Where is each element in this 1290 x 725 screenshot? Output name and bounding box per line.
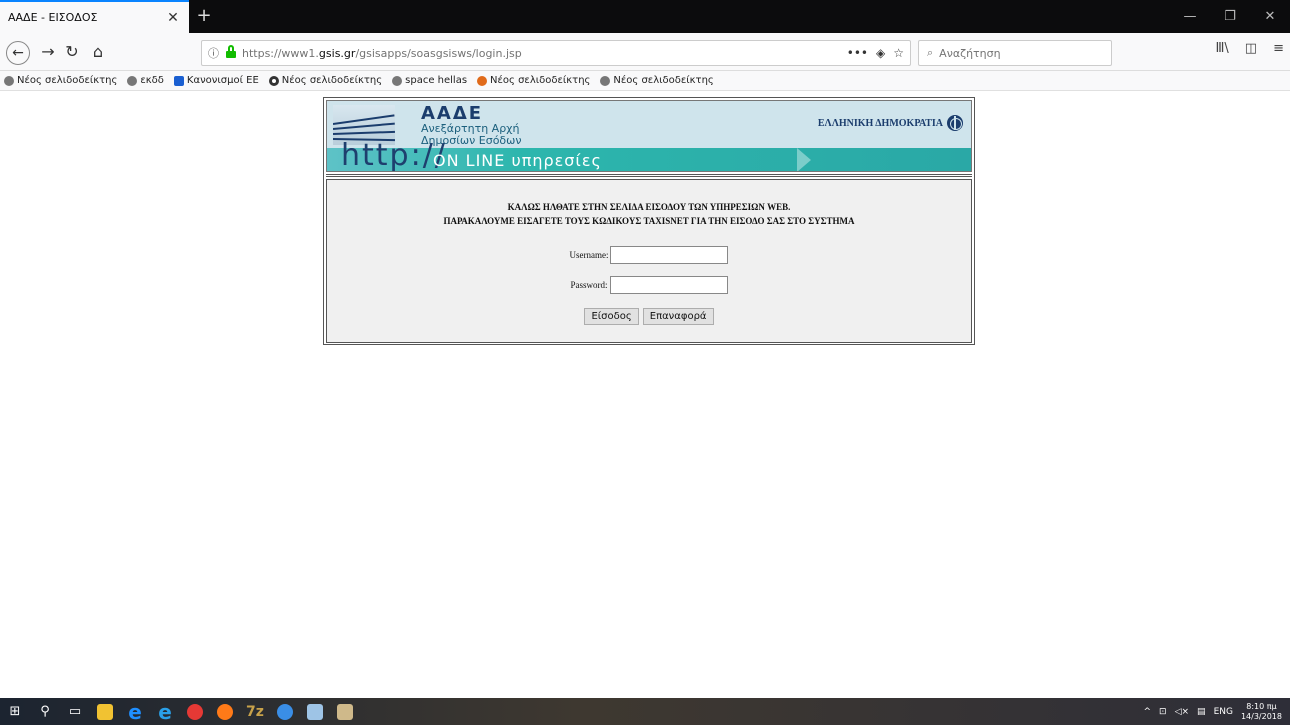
7zip-icon[interactable]: 7z xyxy=(240,698,270,725)
globe-icon xyxy=(127,75,138,86)
windows-start-icon[interactable]: ⊞ xyxy=(0,698,30,725)
login-container: ΑΑΔΕ Ανεξάρτητη Αρχή Δημοσίων Εσόδων ΕΛΛ… xyxy=(323,97,975,345)
task-view-icon[interactable]: ▭ xyxy=(60,698,90,725)
url-path: /gsisapps/soasgsisws/login.jsp xyxy=(355,46,522,60)
notepad-icon[interactable] xyxy=(300,698,330,725)
username-row: Username: xyxy=(327,246,971,264)
welcome-line-2: ΠΑΡΑΚΑΛΟΥΜΕ ΕΙΣΑΓΕΤΕ ΤΟΥΣ ΚΩΔΙΚΟΥΣ TAXIS… xyxy=(443,216,855,226)
url-domain: gsis.gr xyxy=(318,46,356,60)
file-explorer-icon[interactable] xyxy=(90,698,120,725)
bookmark-label: εκδδ xyxy=(140,75,164,86)
lock-icon[interactable] xyxy=(225,45,237,58)
chevron-up-icon[interactable]: ^ xyxy=(1143,707,1151,717)
button-row: Είσοδος Επαναφορά xyxy=(327,308,971,325)
reload-icon[interactable]: ↻ xyxy=(60,41,84,65)
info-icon[interactable]: ⓘ xyxy=(208,45,222,61)
bookmark-item[interactable]: Νέος σελιδοδείκτης xyxy=(4,75,117,86)
bookmark-label: Νέος σελιδοδείκτης xyxy=(490,75,591,86)
url-text[interactable]: https://www1.gsis.gr/gsisapps/soasgsisws… xyxy=(242,47,847,60)
clock-date: 14/3/2018 xyxy=(1240,711,1282,721)
search-box[interactable]: ⌕ xyxy=(918,40,1112,66)
bookmark-label: Νέος σελιδοδείκτης xyxy=(17,75,118,86)
menu-icon[interactable]: ≡ xyxy=(1273,41,1284,56)
pocket-icon[interactable]: ◈ xyxy=(876,46,885,60)
bookmark-item[interactable]: Νέος σελιδοδείκτης xyxy=(268,75,383,86)
search-input[interactable] xyxy=(939,46,1090,60)
close-tab-icon[interactable]: ✕ xyxy=(165,10,181,26)
bookmark-label: Νέος σελιδοδείκτης xyxy=(281,75,383,86)
bookmark-item[interactable]: Νέος σελιδοδείκτης xyxy=(600,75,714,86)
clock-time: 8:10 πμ xyxy=(1246,701,1277,711)
bookmark-label: Νέος σελιδοδείκτης xyxy=(613,75,714,86)
volume-icon[interactable]: ◁× xyxy=(1175,707,1189,717)
aade-banner: ΑΑΔΕ Ανεξάρτητη Αρχή Δημοσίων Εσόδων ΕΛΛ… xyxy=(326,100,972,172)
url-prefix: https://www1. xyxy=(242,46,319,60)
system-tray: ^ ⊡ ◁× ▤ ENG 8:10 πμ 14/3/2018 xyxy=(1143,698,1282,725)
page-actions-icon[interactable]: ••• xyxy=(847,46,868,60)
http-text: http:// xyxy=(341,138,447,172)
home-icon[interactable]: ⌂ xyxy=(86,41,110,65)
globe-icon xyxy=(947,115,963,131)
login-form: ΚΑΛΩΣ ΗΛΘΑΤΕ ΣΤΗΝ ΣΕΛΙΔΑ ΕΙΣΟΔΟΥ ΤΩΝ ΥΠΗ… xyxy=(326,179,972,343)
password-label: Password: xyxy=(570,280,608,290)
welcome-line-1: ΚΑΛΩΣ ΗΛΘΑΤΕ ΣΤΗΝ ΣΕΛΙΔΑ ΕΙΣΟΔΟΥ ΤΩΝ ΥΠΗ… xyxy=(507,202,791,212)
chrome-icon[interactable] xyxy=(180,698,210,725)
welcome-message: ΚΑΛΩΣ ΗΛΘΑΤΕ ΣΤΗΝ ΣΕΛΙΔΑ ΕΙΣΟΔΟΥ ΤΩΝ ΥΠΗ… xyxy=(327,200,971,228)
tab-strip: ΑΑΔΕ - ΕΙΣΟΔΟΣ ✕ + — ❐ ✕ xyxy=(0,0,1290,33)
library-icon[interactable]: Ⅲ\ xyxy=(1215,41,1228,56)
language-indicator[interactable]: ENG xyxy=(1214,707,1233,717)
close-window-icon[interactable]: ✕ xyxy=(1250,0,1290,33)
reset-button[interactable]: Επαναφορά xyxy=(642,308,714,325)
forward-arrow-icon[interactable]: → xyxy=(36,41,60,65)
tab-active[interactable]: ΑΑΔΕ - ΕΙΣΟΔΟΣ ✕ xyxy=(0,0,189,33)
new-tab-button[interactable]: + xyxy=(194,6,214,26)
bookmark-item[interactable]: Κανονισμοί ΕΕ xyxy=(173,75,259,86)
bookmark-star-icon[interactable]: ☆ xyxy=(893,46,904,60)
bookmark-item[interactable]: Νέος σελιδοδείκτης xyxy=(477,75,590,86)
clock[interactable]: 8:10 πμ 14/3/2018 xyxy=(1241,702,1282,722)
password-row: Password: xyxy=(327,276,971,294)
online-services-text: ON LINE υπηρεσίες xyxy=(433,151,602,170)
network-icon[interactable] xyxy=(270,698,300,725)
globe-icon xyxy=(600,75,611,86)
internet-explorer-icon[interactable]: e xyxy=(150,698,180,725)
leaf-icon xyxy=(477,75,488,86)
search-icon: ⌕ xyxy=(927,46,934,59)
org-name: ΑΑΔΕ xyxy=(421,103,484,124)
page-content: ΑΑΔΕ Ανεξάρτητη Αρχή Δημοσίων Εσόδων ΕΛΛ… xyxy=(0,92,1290,698)
firefox-icon[interactable] xyxy=(210,698,240,725)
edge-icon[interactable]: e xyxy=(120,698,150,725)
bookmark-item[interactable]: space hellas xyxy=(392,75,467,86)
maximize-icon[interactable]: ❐ xyxy=(1210,0,1250,33)
search-icon[interactable]: ⚲ xyxy=(30,698,60,725)
windows-taskbar: ⊞ ⚲ ▭ e e 7z ^ ⊡ ◁× ▤ ENG 8:10 πμ 14/3/2… xyxy=(0,698,1290,725)
nav-bar: ← → ↻ ⌂ ⓘ https://www1.gsis.gr/gsisapps/… xyxy=(0,33,1290,71)
globe-icon xyxy=(392,75,403,86)
bookmark-item[interactable]: εκδδ xyxy=(127,75,164,86)
network-tray-icon[interactable]: ⊡ xyxy=(1159,707,1167,717)
circle-icon xyxy=(268,75,279,86)
notification-icon[interactable]: ▤ xyxy=(1197,707,1206,717)
username-label: Username: xyxy=(569,250,609,260)
bookmarks-bar: Νέος σελιδοδείκτης εκδδ Κανονισμοί ΕΕ Νέ… xyxy=(0,71,1290,91)
globe-icon xyxy=(4,75,14,86)
url-bar[interactable]: ⓘ https://www1.gsis.gr/gsisapps/soasgsis… xyxy=(201,40,911,66)
monitor-icon xyxy=(173,75,184,86)
app-icon[interactable] xyxy=(330,698,360,725)
password-field[interactable] xyxy=(609,276,728,294)
sidebar-icon[interactable]: ◫ xyxy=(1245,41,1257,56)
back-arrow-icon[interactable]: ← xyxy=(6,41,30,65)
bookmark-label: Κανονισμοί ΕΕ xyxy=(186,75,259,86)
login-button[interactable]: Είσοδος xyxy=(584,308,639,325)
username-field[interactable] xyxy=(610,246,729,264)
tab-title: ΑΑΔΕ - ΕΙΣΟΔΟΣ xyxy=(8,11,98,24)
minimize-icon[interactable]: — xyxy=(1170,0,1210,33)
republic-label: ΕΛΛΗΝΙΚΗ ΔΗΜΟΚΡΑΤΙΑ xyxy=(817,118,943,129)
bookmark-label: space hellas xyxy=(405,75,468,86)
divider xyxy=(326,174,972,177)
